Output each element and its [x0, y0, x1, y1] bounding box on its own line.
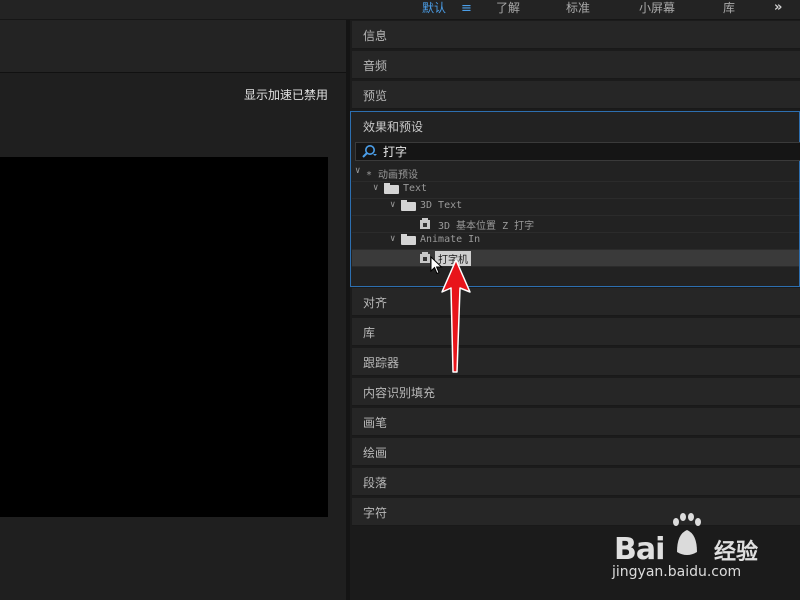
workspace-libraries[interactable]: 库: [723, 0, 735, 19]
composition-viewer: 显示加速已禁用: [0, 20, 346, 600]
panel-label: 音频: [363, 59, 388, 73]
composition-canvas[interactable]: [0, 157, 328, 517]
watermark-brand-suffix: 经验: [714, 540, 759, 565]
tree-row-animate-in[interactable]: ∨ Animate In: [352, 233, 799, 250]
chevron-down-icon[interactable]: ∨: [390, 234, 395, 244]
tree-row-typewriter-selected[interactable]: 打字机: [352, 250, 799, 267]
display-acceleration-status: 显示加速已禁用: [243, 88, 328, 102]
chevron-down-icon[interactable]: ∨: [390, 200, 395, 210]
panel-label: 段落: [363, 476, 388, 490]
workspace-learn[interactable]: 了解: [496, 0, 520, 19]
panel-label: 画笔: [363, 416, 388, 430]
workspace-standard[interactable]: 标准: [566, 0, 590, 19]
effects-search-box[interactable]: [355, 142, 800, 161]
tree-row-3d-text[interactable]: ∨ 3D Text: [352, 199, 799, 216]
workspace-bar: 默认 ≡ 了解 标准 小屏幕 库 »: [0, 0, 800, 20]
workspace-default[interactable]: 默认: [422, 0, 446, 19]
animation-preset-icon: [420, 252, 430, 263]
panel-label: 预览: [363, 89, 388, 103]
panel-paragraph[interactable]: 段落: [352, 468, 800, 496]
watermark-url: jingyan.baidu.com: [612, 564, 742, 580]
panel-brushes[interactable]: 画笔: [352, 408, 800, 436]
panel-audio[interactable]: 音频: [352, 51, 800, 79]
workspace-small-screen[interactable]: 小屏幕: [639, 0, 675, 19]
search-input[interactable]: [383, 143, 783, 160]
folder-icon: [384, 183, 399, 194]
chevron-down-icon[interactable]: ∨: [373, 183, 378, 193]
viewer-body: 显示加速已禁用: [0, 73, 346, 600]
panel-content-aware-fill[interactable]: 内容识别填充: [352, 378, 800, 406]
watermark-brand: Bai: [614, 532, 665, 567]
search-icon[interactable]: [361, 144, 377, 159]
tree-label: 3D 基本位置 Z 打字: [438, 221, 535, 232]
tree-row-3d-preset[interactable]: 3D 基本位置 Z 打字: [352, 216, 799, 233]
effects-presets-title[interactable]: 效果和预设: [363, 118, 423, 135]
tree-label: Animate In: [420, 234, 481, 245]
annotation-arrow-icon: [441, 259, 471, 373]
tree-label: 3D Text: [420, 200, 463, 211]
tree-row-animation-presets[interactable]: ∨ * 动画预设: [352, 165, 799, 182]
panel-preview[interactable]: 预览: [352, 81, 800, 109]
folder-icon: [401, 200, 416, 211]
double-chevron-right-icon[interactable]: »: [774, 0, 782, 19]
panel-label: 对齐: [363, 296, 388, 310]
tree-row-text[interactable]: ∨ Text: [352, 182, 799, 199]
tree-label: * 动画预设: [366, 170, 419, 181]
panel-tracker[interactable]: 跟踪器: [352, 348, 800, 376]
panel-label: 字符: [363, 506, 388, 520]
animation-preset-icon: [420, 218, 430, 229]
folder-icon: [401, 234, 416, 245]
chevron-down-icon[interactable]: ∨: [355, 166, 360, 176]
hamburger-menu-icon[interactable]: ≡: [461, 0, 472, 19]
panel-label: 信息: [363, 29, 388, 43]
viewer-tab-strip: [0, 20, 346, 73]
panel-info[interactable]: 信息: [352, 21, 800, 49]
panel-label: 绘画: [363, 446, 388, 460]
panel-paint[interactable]: 绘画: [352, 438, 800, 466]
panel-libraries[interactable]: 库: [352, 318, 800, 346]
panel-label: 内容识别填充: [363, 386, 436, 400]
panel-label: 跟踪器: [363, 356, 400, 370]
tree-label: Text: [403, 183, 428, 194]
panel-align[interactable]: 对齐: [352, 288, 800, 316]
panel-label: 库: [363, 326, 376, 340]
effects-presets-panel: 效果和预设 ∨ * 动画预设 ∨ Text ∨ 3D Text: [350, 111, 800, 287]
